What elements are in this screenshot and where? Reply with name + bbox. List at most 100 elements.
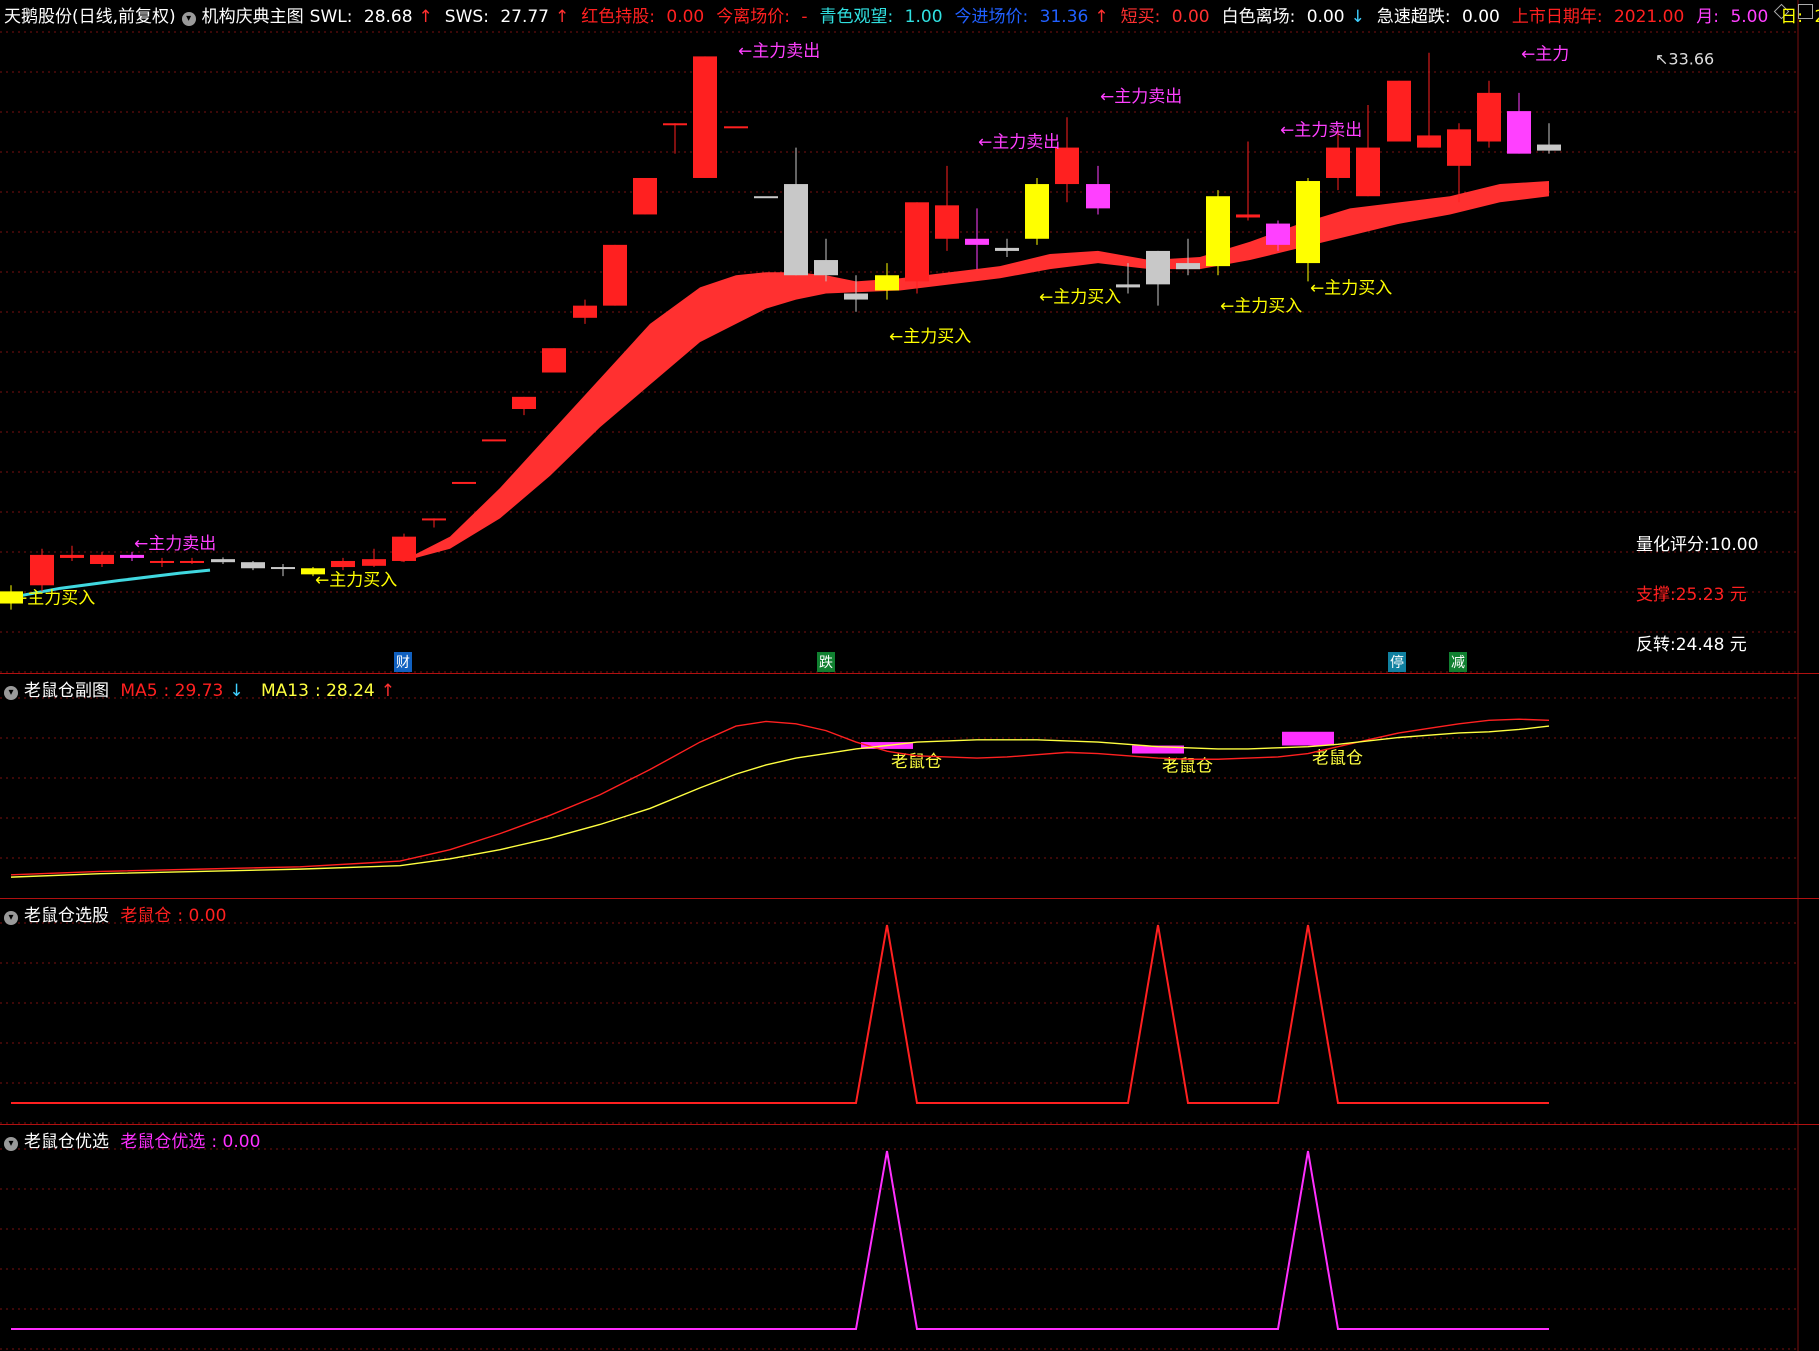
header-item: 日: 21.00 (1780, 7, 1819, 27)
candle-body (905, 202, 929, 282)
candle-body (60, 554, 84, 558)
header-item: 红色持股: 0.00 (581, 7, 710, 27)
candle-body (211, 559, 235, 563)
sub-chart-1-pane[interactable]: 老鼠仓 老鼠仓 老鼠仓 ▾ 老鼠仓副图 MA5: 29.73 ↓ MA13: 28.24… (0, 674, 1819, 898)
sub-chart-3-svg[interactable] (0, 1125, 1819, 1351)
sub-chart-2-header: ▾ 老鼠仓选股 老鼠仓: 0.00 (4, 901, 238, 926)
candle-body (724, 126, 748, 129)
event-tag[interactable]: 财 (394, 652, 412, 672)
header-item-value: 31.36 (1039, 7, 1089, 27)
header-item-label: 今进场价: (954, 7, 1034, 27)
signal-label: ←主力卖出 (738, 41, 820, 61)
candle-body (1507, 111, 1531, 154)
indicator-toggle-icon[interactable]: ▾ (181, 12, 196, 26)
candle-body (603, 244, 627, 306)
header-item-value: 5.00 (1730, 7, 1769, 27)
header-item-label: SWL: (309, 7, 358, 27)
header-item-value: 0.00 (1171, 7, 1210, 27)
youxuan-value: 0.00 (222, 1132, 261, 1152)
main-chart-svg[interactable]: ←主力卖出 ←主力卖出 ←主力卖出 ←主力卖出 ←主力 ←主力卖出 ←主力买入 ←主力买入 ←主… (0, 0, 1819, 673)
signal-label: ←主力卖出 (1100, 87, 1182, 107)
toggle-icon[interactable]: ▾ (4, 1137, 18, 1151)
main-header: 天鹅股份(日线,前复权) ▾ 机构庆典主图 SWL: 28.68 ↑ SWS: 27.77… (4, 2, 1819, 27)
signal-label: ←主力买入 (13, 589, 95, 609)
sub-chart-2-svg[interactable] (0, 899, 1819, 1124)
header-item-label: 青色观望: (819, 7, 899, 27)
header-item-label: 月: (1696, 7, 1725, 27)
header-item-arrow: ↓ (1350, 7, 1365, 27)
cang-label: 老鼠仓 (891, 752, 942, 772)
stock-title[interactable]: 天鹅股份(日线,前复权) (4, 7, 176, 27)
candle-body (512, 396, 536, 409)
signal-line (11, 924, 1549, 1104)
header-item-label: 红色持股: (581, 7, 661, 27)
candle-body (1477, 92, 1501, 142)
toggle-icon[interactable]: ▾ (4, 686, 18, 700)
candle-body (150, 560, 174, 563)
header-item-arrow: ↑ (1094, 7, 1109, 27)
event-tag[interactable]: 跌 (817, 652, 835, 672)
candle-body (1387, 80, 1411, 142)
candle-body (1206, 196, 1230, 267)
candle-body (542, 348, 566, 373)
candle-body (663, 123, 687, 126)
sub-chart-2-pane[interactable]: ▾ 老鼠仓选股 老鼠仓: 0.00 (0, 899, 1819, 1124)
candle-body (120, 554, 144, 558)
header-item-value: 28.68 (363, 7, 413, 27)
signal-label: ←主力买入 (889, 327, 971, 347)
signal-line (11, 1150, 1549, 1330)
signal-label: ←主力买入 (1039, 288, 1121, 308)
signal-label: ←主力买入 (315, 570, 397, 590)
signal-label: ←主力买入 (1310, 278, 1392, 298)
signal-label: ←主力 (1521, 44, 1569, 64)
candle-body (241, 562, 265, 569)
toggle-icon[interactable]: ▾ (4, 911, 18, 925)
sub-chart-1-svg[interactable]: 老鼠仓 老鼠仓 老鼠仓 (0, 674, 1819, 898)
header-item: 短买: 0.00 (1121, 7, 1216, 27)
candle-body (693, 56, 717, 178)
header-item-label: 白色离场: (1221, 7, 1301, 27)
header-item-label: 急速超跌: (1376, 7, 1456, 27)
header-item-value: - (801, 7, 808, 27)
header-item-label: 上市日期年: (1511, 7, 1608, 27)
header-item-label: SWS: (444, 7, 495, 27)
candle-body (875, 275, 899, 291)
candle-body (1296, 181, 1320, 264)
sub-chart-2-title[interactable]: 老鼠仓选股 (24, 906, 109, 926)
indicator-name[interactable]: 机构庆典主图 (202, 7, 304, 27)
ma5-legend: MA5: 29.73 ↓ (120, 681, 244, 701)
candle-body (90, 554, 114, 565)
header-item-value: 0.00 (666, 7, 705, 27)
signal-label: ←主力卖出 (978, 133, 1060, 153)
candle-body (1025, 184, 1049, 239)
header-item-arrow: ↑ (555, 7, 570, 27)
candle-body (30, 554, 54, 586)
laoshucang-value: 0.00 (188, 906, 227, 926)
candle-body (995, 247, 1019, 251)
candle-body (1146, 250, 1170, 285)
candle-body (1266, 223, 1290, 245)
reversal-text: 反转:24.48 元 (1636, 635, 1747, 655)
signal-label: ←主力卖出 (1280, 120, 1362, 140)
main-chart-pane[interactable]: ←主力卖出 ←主力卖出 ←主力卖出 ←主力卖出 ←主力 ←主力卖出 ←主力买入 ←主力买入 ←主… (0, 0, 1819, 673)
header-item: 月: 5.00 (1696, 7, 1774, 27)
candle-body (784, 184, 808, 276)
candle-body (1447, 129, 1471, 166)
event-tag[interactable]: 停 (1388, 652, 1406, 672)
event-tag[interactable]: 减 (1449, 652, 1467, 672)
header-item-value: 0.00 (1461, 7, 1500, 27)
youxuan-legend: 老鼠仓优选: 0.00 (120, 1132, 261, 1152)
sub-chart-1-title[interactable]: 老鼠仓副图 (24, 681, 109, 701)
header-item-value: 1.00 (904, 7, 943, 27)
candle-body (814, 260, 838, 276)
sub-chart-3-title[interactable]: 老鼠仓优选 (24, 1132, 109, 1152)
sub-chart-3-pane[interactable]: ▾ 老鼠仓优选 老鼠仓优选: 0.00 (0, 1125, 1819, 1351)
sub-chart-3-header: ▾ 老鼠仓优选 老鼠仓优选: 0.00 (4, 1127, 272, 1152)
ma5-name: MA5 (120, 681, 158, 701)
youxuan-name: 老鼠仓优选 (120, 1132, 206, 1152)
header-item: 青色观望: 1.00 (820, 7, 949, 27)
candle-body (573, 305, 597, 318)
laoshucang-name: 老鼠仓 (120, 906, 172, 926)
candle-body (452, 481, 476, 484)
ma13-arrow: ↑ (380, 681, 395, 701)
